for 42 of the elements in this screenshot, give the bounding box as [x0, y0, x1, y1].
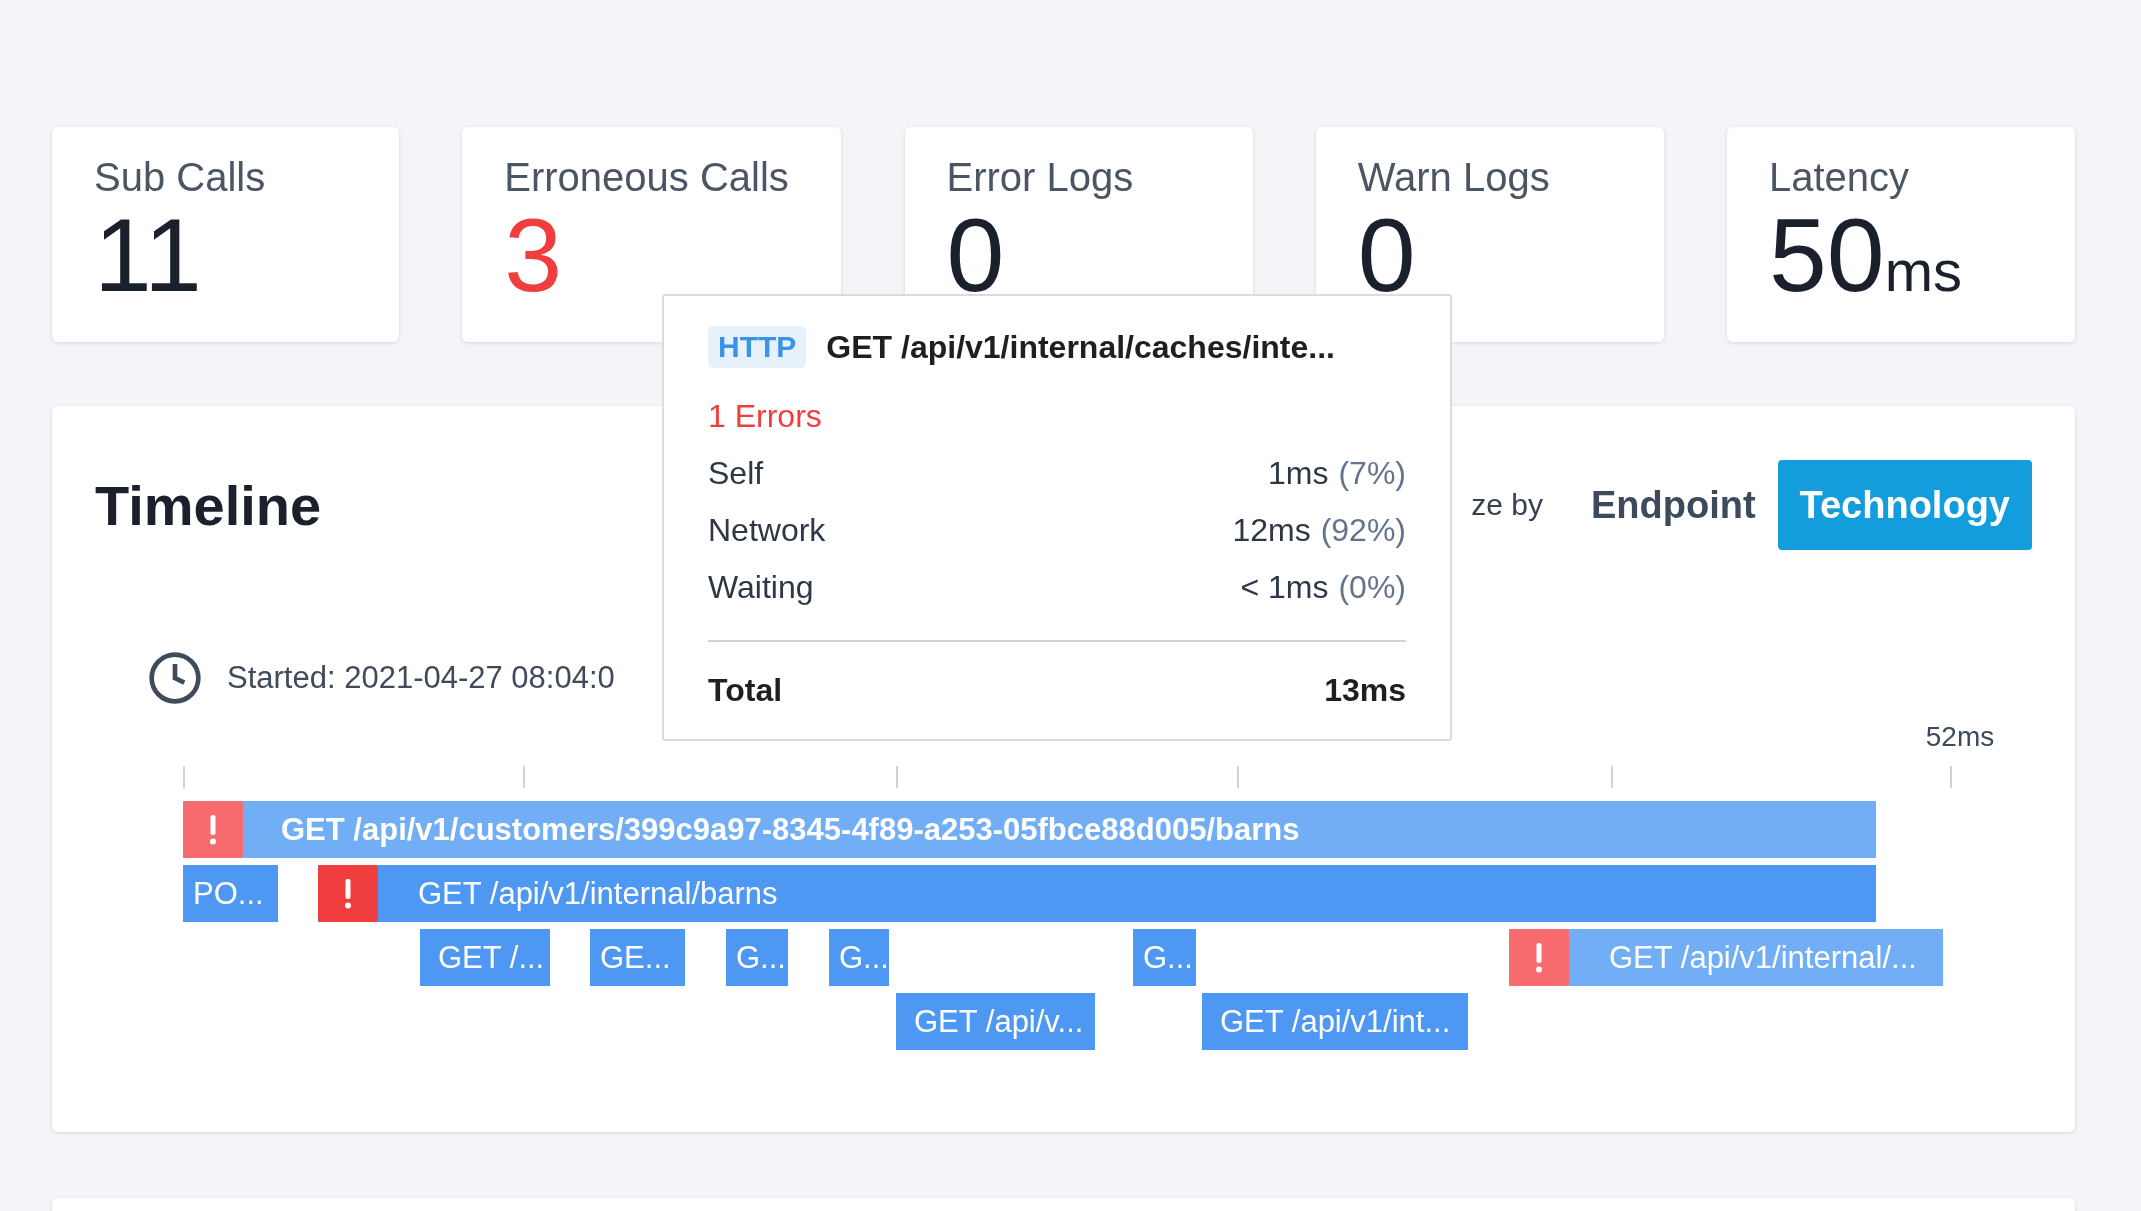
stat-value: 11: [94, 200, 202, 310]
metric-value: 1ms (7%): [1268, 455, 1406, 492]
metric-value: < 1ms (0%): [1240, 569, 1406, 606]
span-bar[interactable]: GET /api/v...: [896, 993, 1095, 1050]
span-bar[interactable]: G...: [829, 929, 889, 986]
span-bar[interactable]: G...: [726, 929, 788, 986]
error-icon: [1534, 942, 1544, 973]
colorize-toggle[interactable]: Technology: [1777, 460, 2032, 550]
span-bar[interactable]: PO...: [183, 865, 278, 922]
metric-label: Network: [708, 512, 826, 549]
span-bar[interactable]: GE...: [590, 929, 685, 986]
stat-label: Sub Calls: [94, 155, 266, 200]
metric-label: Self: [708, 455, 764, 492]
clock-icon: [147, 650, 203, 706]
error-icon: [208, 814, 218, 845]
total-label: Total: [708, 672, 783, 709]
timeline-title: Timeline: [95, 472, 322, 538]
span-bar[interactable]: GET /api/v1/internal/barns: [318, 865, 1876, 922]
span-bar[interactable]: GET /api/v1/int...: [1202, 993, 1468, 1050]
span-bar[interactable]: GET /api/v1/customers/399c9a97-8345-4f89-a253-05fbce88d005/barns: [183, 801, 1876, 858]
metric-label: Waiting: [708, 569, 814, 606]
error-icon: [343, 878, 353, 909]
stat-value: 0: [946, 200, 1005, 310]
metric-value: 12ms (92%): [1232, 512, 1406, 549]
span-bar[interactable]: GET /api/v1/internal/...: [1509, 929, 1943, 986]
start-time: Started: 2021-04-27 08:04:0: [227, 660, 615, 696]
tooltip-title: GET /api/v1/internal/caches/inte...: [826, 328, 1335, 366]
stat-value: 3: [504, 200, 563, 310]
colorize-label: ze by: [1471, 488, 1543, 522]
axis-label: 52ms: [1925, 721, 1995, 753]
span-bar[interactable]: GET /...: [420, 929, 550, 986]
colorize-toggle[interactable]: Endpoint: [1568, 460, 1778, 550]
total-value: 13ms: [1324, 672, 1406, 709]
stat-label: Erroneous Calls: [504, 155, 789, 200]
stat-label: Warn Logs: [1357, 155, 1550, 200]
error-count: 1 Errors: [708, 398, 823, 435]
stat-value: 0: [1357, 200, 1416, 310]
stat-value: 50ms: [1769, 200, 1962, 315]
span-bar[interactable]: G...: [1133, 929, 1196, 986]
stat-label: Error Logs: [946, 155, 1134, 200]
stat-label: Latency: [1769, 155, 1910, 200]
tech-badge: HTTP: [708, 326, 807, 368]
